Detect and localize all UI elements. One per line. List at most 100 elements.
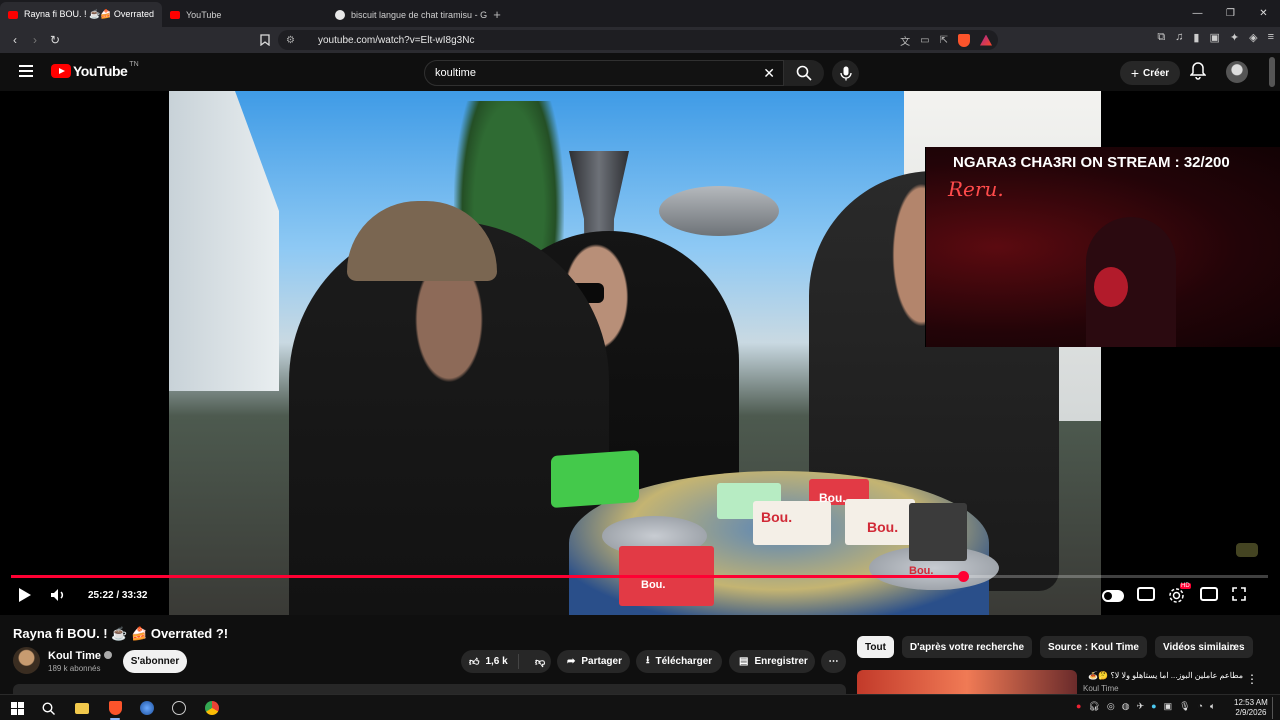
page-scrollbar-thumb[interactable] [1269, 57, 1275, 87]
miniplayer-icon[interactable] [1200, 587, 1218, 601]
thumbs-down-icon: 👎︎ [535, 656, 546, 668]
scene-building-left [169, 91, 279, 391]
browser-tab-video[interactable]: Rayna fi BOU. ! ☕🍰 Overrated ✕ [0, 2, 162, 27]
share-page-icon[interactable]: ⇱ [940, 35, 948, 46]
tray-app-icon[interactable]: ◎ [1107, 701, 1115, 712]
download-button[interactable]: ⭳ Télécharger [636, 650, 722, 673]
address-bar-row: ‹ › ↻ ⚙ youtube.com/watch?v=Elt-wI8g3Nc … [0, 27, 1280, 53]
more-actions-button[interactable]: ⋯ [821, 650, 846, 673]
progress-bar[interactable] [11, 571, 1268, 582]
voice-search-button[interactable] [832, 60, 859, 87]
channel-avatar[interactable] [13, 647, 40, 674]
new-tab-button[interactable]: + [487, 2, 507, 27]
create-button[interactable]: + Créer [1120, 61, 1180, 85]
wifi-icon[interactable]: ◔ [1198, 701, 1203, 712]
fullscreen-icon[interactable] [1232, 587, 1246, 601]
verified-icon [103, 651, 112, 659]
recommended-video-title[interactable]: مطاعم عاملين البوز... اما يستاهلو ولا لا… [1083, 671, 1243, 680]
channel-name[interactable]: Koul Time [48, 650, 112, 662]
channel-name-text: Koul Time [48, 650, 101, 662]
app-icon-globe[interactable] [138, 699, 156, 717]
forward-arrow-icon[interactable]: › [25, 30, 45, 50]
back-arrow-icon[interactable]: ‹ [5, 30, 25, 50]
share-arrow-icon: ➦ [567, 656, 576, 667]
search-icon[interactable] [39, 699, 57, 717]
hamburger-menu-icon[interactable] [19, 65, 33, 77]
chip-source-channel[interactable]: Source : Koul Time [1040, 636, 1147, 658]
headphones-icon[interactable]: 🎧︎ [1088, 701, 1099, 712]
recommended-video-menu-icon[interactable]: ⋮ [1246, 672, 1258, 686]
settings-gear-icon[interactable]: HD [1168, 583, 1191, 604]
video-title: Rayna fi BOU. ! ☕ 🍰 Overrated ?! [13, 626, 229, 641]
brave-shields-icon[interactable] [958, 33, 970, 47]
dislike-button[interactable]: 👎︎ [525, 656, 545, 668]
browser-tab-youtube[interactable]: YouTube [162, 2, 327, 27]
tray-app-icon[interactable]: ● [1076, 701, 1081, 712]
share-button[interactable]: ➦ Partager [557, 650, 630, 673]
url-bar[interactable]: ⚙ youtube.com/watch?v=Elt-wI8g3Nc 文 ▭ ⇱ [278, 30, 998, 50]
cast-icon[interactable]: ▭ [920, 35, 929, 46]
chip-all[interactable]: Tout [857, 636, 894, 658]
screenshot-icon[interactable]: ⧉ [1157, 31, 1165, 44]
windows-start-icon[interactable] [8, 699, 26, 717]
tray-app-icon[interactable]: ▣ [1164, 701, 1173, 712]
subscribe-button[interactable]: S'abonner [123, 650, 187, 673]
show-desktop-button[interactable] [1272, 697, 1276, 719]
search-button[interactable] [784, 60, 824, 86]
leo-ai-icon[interactable]: ✦ [1230, 31, 1239, 44]
tray-app-icon[interactable]: ◍ [1122, 701, 1130, 712]
site-settings-icon[interactable]: ⚙ [286, 35, 304, 46]
tray-app-icon[interactable]: ● [1151, 701, 1156, 712]
download-icon: ⭳ [646, 655, 650, 666]
vpn-icon[interactable]: ◈ [1249, 31, 1257, 44]
chevron-right-icon[interactable]: › [1232, 640, 1236, 654]
channel-watermark[interactable] [1236, 543, 1258, 557]
reload-icon[interactable]: ↻ [45, 30, 65, 50]
taskbar-clock[interactable]: 12:53 AM 2/9/2026 [1234, 698, 1268, 718]
app-icon-steam[interactable] [170, 699, 188, 717]
play-icon[interactable] [18, 587, 32, 603]
scene-box [909, 503, 967, 561]
browser-tab-google[interactable]: biscuit langue de chat tiramisu - Goo [327, 2, 487, 27]
video-player[interactable]: Bou. Bou. Bou. Bou. Bou. NGARA3 CHA3RI O… [0, 91, 1280, 615]
speaker-icon[interactable]: 🔈︎ [1210, 701, 1215, 712]
system-tray: ● 🎧︎ ◎ ◍ ✈ ● ▣ 🎙︎ ◔ 🔈︎ [1076, 701, 1215, 712]
menu-icon[interactable]: ≡ [1268, 31, 1274, 44]
like-button[interactable]: 👍︎ 1,6 k [461, 654, 519, 669]
recommended-video-thumbnail[interactable] [857, 670, 1077, 694]
brave-browser-icon[interactable] [106, 699, 124, 720]
youtube-logo[interactable]: YouTube TN [51, 61, 139, 79]
account-avatar[interactable] [1226, 61, 1248, 83]
description-box[interactable] [13, 684, 846, 694]
wallet-icon[interactable]: ▣ [1209, 31, 1219, 44]
url-text: youtube.com/watch?v=Elt-wI8g3Nc [318, 34, 475, 46]
save-button[interactable]: ▤ Enregistrer [729, 650, 815, 673]
recommendation-chips: Tout D'après votre recherche Source : Ko… [857, 636, 1253, 658]
translate-icon[interactable]: 文 [900, 33, 910, 48]
restore-button[interactable]: ❐ [1214, 0, 1247, 27]
chip-related[interactable]: Vidéos similaires [1154, 636, 1253, 658]
music-icon[interactable]: ♫ [1175, 31, 1183, 44]
box-label: Bou. [867, 519, 899, 535]
search-input[interactable]: koultime ✕ [424, 60, 784, 86]
app-icon-chrome[interactable] [203, 699, 221, 717]
close-tab-icon[interactable]: ✕ [154, 9, 163, 20]
autoplay-toggle[interactable] [1102, 590, 1124, 602]
microphone-icon[interactable]: 🎙︎ [1179, 701, 1190, 712]
player-controls: 25:22 / 33:32 HD [0, 581, 1280, 613]
clear-search-icon[interactable]: ✕ [763, 65, 775, 82]
brave-rewards-icon[interactable] [980, 34, 992, 46]
bookmark-icon[interactable] [255, 30, 275, 50]
minimize-button[interactable]: — [1181, 0, 1214, 27]
file-explorer-icon[interactable] [73, 699, 91, 717]
headset-icon [1094, 267, 1128, 307]
sidebar-icon[interactable]: ▮ [1193, 31, 1199, 44]
volume-icon[interactable] [50, 587, 66, 603]
subtitles-icon[interactable] [1137, 587, 1155, 601]
tray-app-icon[interactable]: ✈ [1137, 701, 1145, 712]
stream-overlay-signature: Reru. [948, 177, 1004, 201]
chip-from-search[interactable]: D'après votre recherche [901, 636, 1033, 658]
notifications-bell-icon[interactable] [1189, 62, 1207, 85]
close-window-button[interactable]: ✕ [1247, 0, 1280, 27]
box-label: Bou. [761, 509, 793, 525]
